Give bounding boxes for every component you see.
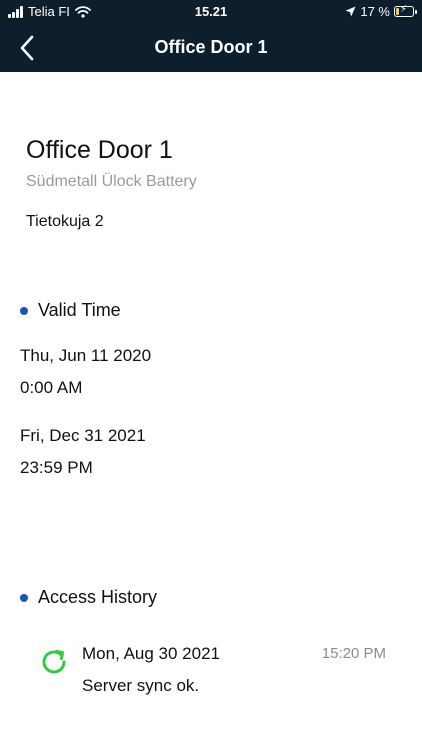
- history-status: Server sync ok.: [82, 676, 200, 695]
- sync-icon: [42, 650, 66, 674]
- door-address: Tietokuja 2: [26, 213, 104, 230]
- access-history-header: Access History: [20, 587, 157, 608]
- history-time: 15:20 PM: [321, 645, 386, 662]
- valid-end-date: Fri, Dec 31 2021: [20, 426, 146, 445]
- bolt-icon: ⚡: [400, 4, 408, 15]
- valid-start-date: Thu, Jun 11 2020: [20, 346, 152, 365]
- valid-time-title: Valid Time: [38, 300, 121, 320]
- bullet-icon: [20, 306, 28, 315]
- valid-time-header: Valid Time: [20, 300, 121, 321]
- history-date: Mon, Aug 30 2021: [82, 644, 221, 663]
- battery-fill: [396, 8, 399, 15]
- bullet-icon: [20, 593, 28, 602]
- door-info-card: Office Door 1 Südmetall Ülock Battery Ti…: [0, 72, 422, 272]
- nav-title: Office Door 1: [154, 37, 268, 57]
- status-bar: Telia FI 15.21 17 % ⚡: [0, 0, 422, 24]
- valid-start-time: 0:00 AM: [20, 378, 83, 397]
- nav-bar: Office Door 1: [0, 24, 422, 72]
- content-area: Valid Time Thu, Jun 11 2020 0:00 AM Fri,…: [0, 272, 422, 750]
- door-model: Südmetall Ülock Battery: [26, 173, 197, 190]
- status-right: 17 % ⚡: [345, 4, 417, 19]
- door-name: Office Door 1: [26, 136, 173, 164]
- access-history-title: Access History: [38, 587, 158, 607]
- history-list-item[interactable]: Mon, Aug 30 2021 Server sync ok. 15:20 P…: [38, 642, 398, 702]
- location-arrow-icon: [345, 6, 356, 17]
- valid-end-time: 23:59 PM: [20, 458, 93, 477]
- battery-percent: 17 %: [360, 4, 390, 19]
- battery-charging-icon: ⚡: [394, 4, 417, 17]
